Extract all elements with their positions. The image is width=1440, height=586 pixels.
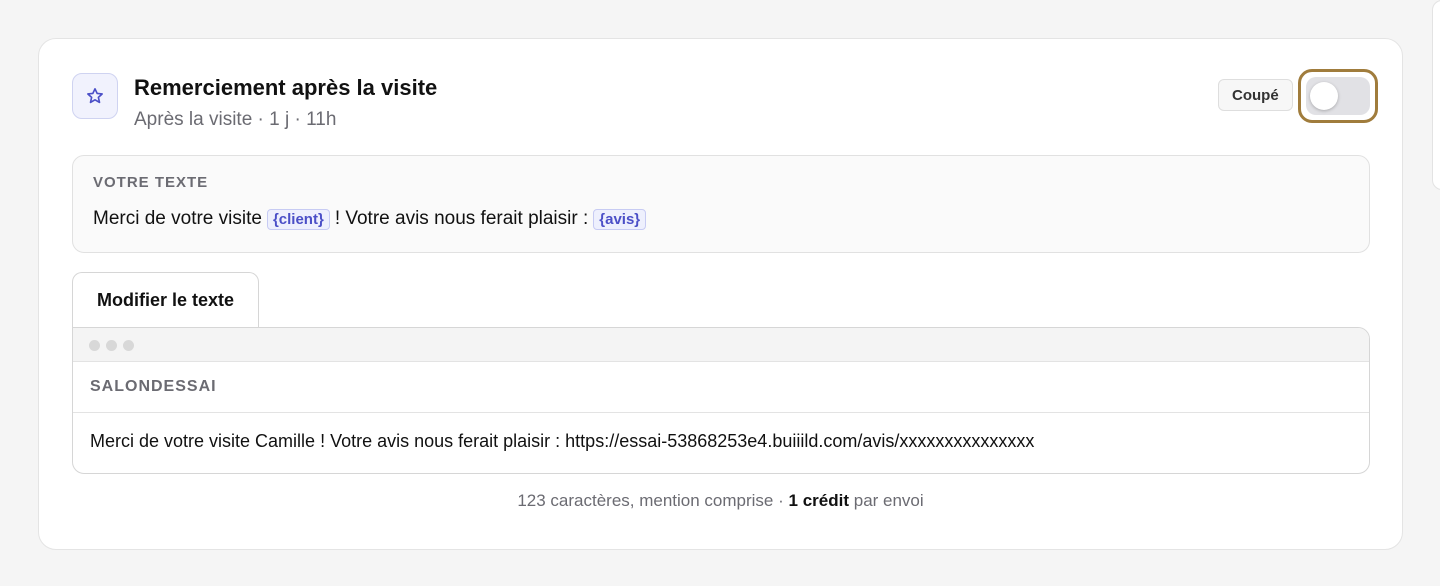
character-count-note: 123 caractères, mention comprise · 1 cré… bbox=[39, 491, 1402, 511]
variable-tag-client: {client} bbox=[266, 208, 330, 230]
toggle-focus-ring[interactable] bbox=[1298, 69, 1378, 123]
edit-text-button[interactable]: Modifier le texte bbox=[72, 272, 259, 327]
card-subtitle: Après la visite · 1 j · 11h bbox=[134, 109, 337, 130]
template-text-part: ! Votre avis nous ferait plaisir : bbox=[334, 208, 589, 229]
preview-message: Merci de votre visite Camille ! Votre av… bbox=[90, 431, 1035, 451]
status-badge: Coupé bbox=[1218, 79, 1293, 111]
window-dot bbox=[123, 340, 134, 351]
card-title: Remerciement après la visite bbox=[134, 75, 438, 100]
template-text-part: Merci de votre visite bbox=[93, 208, 262, 229]
text-box-label: VOTRE TEXTE bbox=[93, 174, 209, 191]
character-count: 123 caractères, mention comprise · bbox=[517, 491, 784, 510]
automation-card: Remerciement après la visite Après la vi… bbox=[38, 38, 1403, 550]
sms-preview: SALONDESSAI Merci de votre visite Camill… bbox=[72, 327, 1370, 474]
card-header: Remerciement après la visite Après la vi… bbox=[72, 69, 1378, 132]
credit-count: 1 crédit bbox=[788, 491, 849, 510]
window-dot bbox=[89, 340, 100, 351]
star-icon bbox=[72, 73, 118, 119]
enable-toggle[interactable] bbox=[1306, 77, 1370, 115]
message-template: Merci de votre visite {client} ! Votre a… bbox=[93, 208, 651, 230]
preview-sender: SALONDESSAI bbox=[73, 362, 1369, 413]
variable-tag-avis: {avis} bbox=[593, 208, 647, 230]
preview-window-bar bbox=[73, 328, 1369, 362]
message-text-box: VOTRE TEXTE Merci de votre visite {clien… bbox=[72, 155, 1370, 253]
toggle-knob bbox=[1310, 82, 1338, 110]
credit-suffix: par envoi bbox=[853, 491, 924, 510]
side-panel-edge bbox=[1432, 0, 1440, 190]
window-dot bbox=[106, 340, 117, 351]
